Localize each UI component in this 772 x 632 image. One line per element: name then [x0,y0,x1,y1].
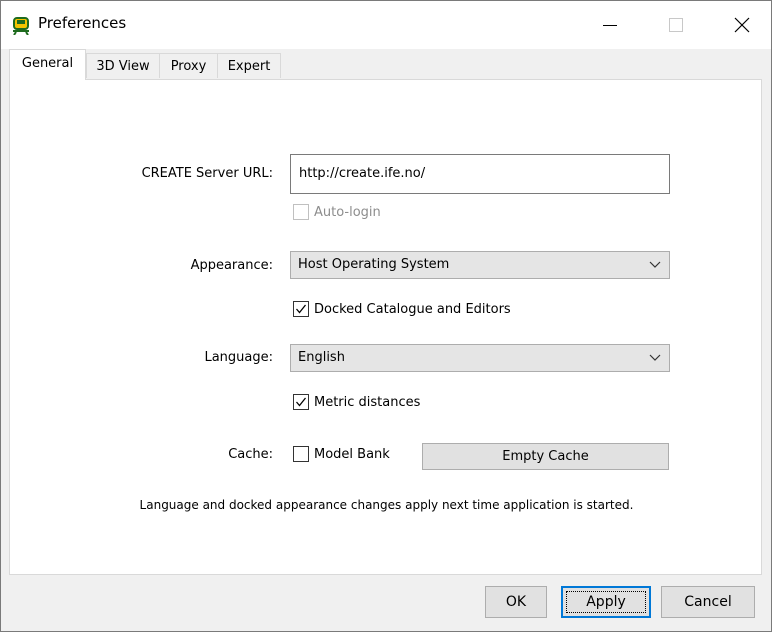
close-button[interactable] [719,1,765,49]
server-url-label: CREATE Server URL: [141,166,273,181]
cancel-button[interactable]: Cancel [661,586,755,618]
auto-login-row[interactable]: Auto-login [293,204,381,220]
metric-checkbox[interactable] [293,394,309,410]
close-icon [734,17,750,33]
docked-label: Docked Catalogue and Editors [314,301,511,317]
chevron-down-icon [649,261,661,268]
auto-login-label: Auto-login [314,204,381,220]
chevron-down-icon [649,354,661,361]
empty-cache-button[interactable]: Empty Cache [422,443,669,470]
title-bar[interactable]: Preferences [1,1,771,49]
minimize-button[interactable] [587,1,633,49]
language-select[interactable]: English [290,344,670,372]
cache-label: Cache: [228,447,273,462]
language-value: English [298,350,345,365]
restart-note: Language and docked appearance changes a… [139,498,634,512]
maximize-icon [669,18,683,32]
server-url-input[interactable]: http://create.ife.no/ [290,154,670,194]
focus-rectangle [566,591,646,613]
docked-row[interactable]: Docked Catalogue and Editors [293,301,511,317]
general-panel: CREATE Server URL: http://create.ife.no/… [9,79,762,575]
minimize-icon [603,25,617,26]
preferences-window: Preferences General 3D View Proxy Expert… [0,0,772,632]
ok-button[interactable]: OK [485,586,547,618]
metric-row[interactable]: Metric distances [293,394,420,410]
appearance-label: Appearance: [190,258,273,273]
tab-expert[interactable]: Expert [217,53,281,78]
language-label: Language: [204,350,273,365]
window-title: Preferences [38,14,127,32]
tab-3d-view[interactable]: 3D View [86,53,160,78]
metric-label: Metric distances [314,394,421,410]
tab-general[interactable]: General [9,49,86,80]
appearance-select[interactable]: Host Operating System [290,251,670,279]
maximize-button[interactable] [653,1,699,49]
appearance-value: Host Operating System [298,257,450,272]
checkmark-icon [296,304,307,314]
app-icon [13,17,29,35]
auto-login-checkbox[interactable] [293,204,309,220]
model-bank-label: Model Bank [314,446,390,462]
model-bank-checkbox[interactable] [293,446,309,462]
checkmark-icon [296,397,307,407]
tab-proxy[interactable]: Proxy [159,53,218,78]
model-bank-row[interactable]: Model Bank [293,446,390,462]
docked-checkbox[interactable] [293,301,309,317]
apply-button[interactable]: Apply [561,586,651,618]
